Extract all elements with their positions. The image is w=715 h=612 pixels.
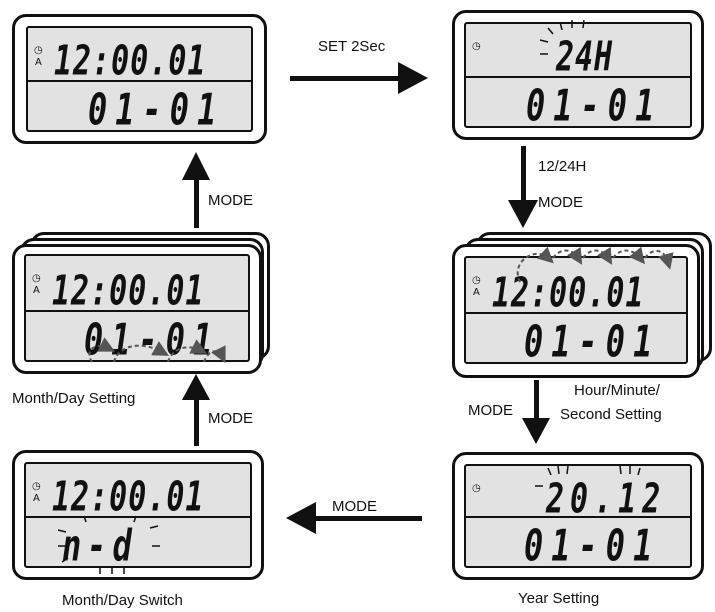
- arrow-up-icon: [182, 152, 210, 228]
- flow-arrows: [57, 19, 674, 574]
- label-mode-right-bottom: MODE: [468, 402, 513, 419]
- arrow-down-icon: [508, 146, 538, 228]
- cycle-dashed-arrows: [516, 246, 674, 283]
- label-set-2sec: SET 2Sec: [318, 38, 386, 55]
- label-mode-right-top: MODE: [538, 194, 583, 211]
- blink-rays-icon: [539, 19, 585, 55]
- label-hms-setting-line1: Hour/Minute/: [574, 382, 660, 399]
- label-month-day-setting: Month/Day Setting: [12, 390, 136, 407]
- blink-rays-icon: [57, 515, 160, 574]
- label-year-setting: Year Setting: [518, 590, 600, 607]
- arrow-right-icon: [290, 62, 428, 94]
- arrow-down-icon: [522, 380, 550, 444]
- label-12-24h: 12/24H: [538, 158, 587, 175]
- label-mode-left-top: MODE: [208, 192, 253, 209]
- label-month-day-switch: Month/Day Switch: [62, 592, 183, 609]
- cycle-dashed-arrows: [88, 337, 226, 364]
- blink-rays-icon: [535, 465, 658, 487]
- label-hms-setting-line2: Second Setting: [560, 406, 662, 423]
- label-mode-left-bottom: MODE: [208, 410, 253, 427]
- label-mode-bottom: MODE: [332, 498, 377, 515]
- arrow-up-icon: [182, 374, 210, 446]
